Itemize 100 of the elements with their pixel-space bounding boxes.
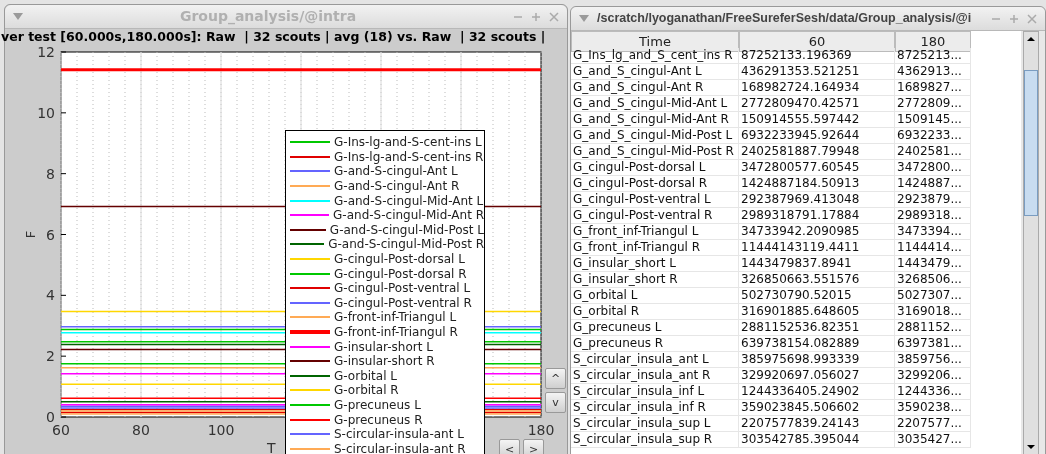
table-cell: G_and_S_cingul-Mid-Ant L [571, 96, 739, 112]
legend-label: G-insular-short L [334, 340, 433, 353]
plot-title: ver test [60.000s,180.000s]: Raw | 32 scouts | avg (18) vs. Raw | 32 scouts | [1, 29, 547, 45]
table-cell: 6932233... [895, 128, 971, 144]
y-tick-label: 10 [37, 104, 55, 121]
table-cell: G_and_S_cingul-Mid-Ant R [571, 112, 739, 128]
legend-label: G-cingul-Post-ventral R [334, 296, 472, 309]
y-tick-label: 0 [46, 409, 55, 425]
table-cell: G_cingul-Post-dorsal R [571, 176, 739, 192]
table-cell: 3169018... [895, 304, 971, 320]
window-title: /scratch/lyoganathan/FreeSureferSesh/data/Group_analysis/@i [597, 10, 973, 28]
legend-label: G-cingul-Post-ventral L [334, 282, 471, 295]
table-cell: G_Ins_lg_and_S_cent_ins R [571, 48, 739, 64]
x-axis-label: T [267, 440, 276, 454]
legend-label: G-and-S-cingul-Mid-Post L [329, 223, 484, 236]
table-cell: 2207577... [895, 416, 971, 432]
table-cell: G_and_S_cingul-Ant L [571, 64, 739, 80]
table-cell: S_circular_insula_ant L [571, 352, 739, 368]
table-cell: 2923879... [895, 192, 971, 208]
table-cell: 1689827... [895, 80, 971, 96]
legend-label: G-Ins-lg-and-S-cent-ins L [334, 136, 482, 149]
table-cell: 1509145... [895, 112, 971, 128]
legend-label: G-and-S-cingul-Mid-Ant L [334, 194, 484, 207]
table-cell: 3590238... [895, 400, 971, 416]
table-cell: S_circular_insula_sup R [571, 432, 739, 448]
legend-label: G-Ins-lg-and-S-cent-ins R [334, 150, 484, 163]
table-cell: 1443479837.8941 [739, 256, 895, 272]
y-tick-label: 12 [37, 45, 55, 60]
table-cell: 1244336... [895, 384, 971, 400]
table-cell: 2881152536.82351 [739, 320, 895, 336]
table-cell: G_cingul-Post-dorsal L [571, 160, 739, 176]
legend-label: G-and-S-cingul-Mid-Post R [328, 238, 484, 251]
legend-label: G-orbital R [334, 384, 399, 397]
table-cell: 34733942.2090985 [739, 224, 895, 240]
table-cell: G_front_inf-Triangul L [571, 224, 739, 240]
table-cell: 2989318... [895, 208, 971, 224]
table-cell: 3268506... [895, 272, 971, 288]
table-cell: G_precuneus R [571, 336, 739, 352]
table-cell: S_circular_insula_inf R [571, 400, 739, 416]
table-cell: 1244336405.24902 [739, 384, 895, 400]
table-cell: 326850663.551576 [739, 272, 895, 288]
y-tick-label: 2 [46, 348, 55, 365]
table-cell: G_and_S_cingul-Mid-Post R [571, 144, 739, 160]
table-cell: 1144414... [895, 240, 971, 256]
legend-label: S-circular-insula-ant R [334, 442, 466, 454]
table-cell: 2402581... [895, 144, 971, 160]
table-cell: G_orbital R [571, 304, 739, 320]
y-tick-label: 6 [46, 226, 55, 243]
table-cell: S_circular_insula_sup L [571, 416, 739, 432]
legend-label: G-front-inf-Triangul R [334, 326, 458, 338]
legend-label: G-insular-short R [334, 355, 435, 368]
legend-label: G-cingul-Post-dorsal L [334, 253, 465, 266]
table-cell: 3473394... [895, 224, 971, 240]
table-cell: 502730790.52015 [739, 288, 895, 304]
table-cell: 436291353.521251 [739, 64, 895, 80]
table-cell: 3472800... [895, 160, 971, 176]
table-cell: 4362913... [895, 64, 971, 80]
table-cell: G_front_inf-Triangul R [571, 240, 739, 256]
table-cell: 2881152... [895, 320, 971, 336]
table-cell: 385975698.993339 [739, 352, 895, 368]
table-cell: G_cingul-Post-ventral L [571, 192, 739, 208]
table-cell: 2772809470.42571 [739, 96, 895, 112]
table-cell: 1424887... [895, 176, 971, 192]
table-cell: 5027307... [895, 288, 971, 304]
y-axis-label: F [23, 230, 38, 239]
table-cell: 87252133.196369 [739, 48, 895, 64]
legend-label: G-and-S-cingul-Ant L [334, 165, 458, 178]
table-cell: 3472800577.60545 [739, 160, 895, 176]
table-cell: 359023845.506602 [739, 400, 895, 416]
table-cell: 303542785.395044 [739, 432, 895, 448]
table-cell: 168982724.164934 [739, 80, 895, 96]
table-cell: 1443479... [895, 256, 971, 272]
legend-label: S-circular-insula-ant L [334, 428, 464, 441]
table-cell: 2772809... [895, 96, 971, 112]
table-cell: 3035427... [895, 432, 971, 448]
table-cell: 3299206... [895, 368, 971, 384]
window-title: Group_analysis/@intra [178, 7, 358, 27]
table-cell: 6397381... [895, 336, 971, 352]
legend-label: G-cingul-Post-dorsal R [334, 267, 467, 280]
table-cell: 316901885.648605 [739, 304, 895, 320]
y-tick-label: 4 [46, 287, 55, 304]
table-cell: 292387969.413048 [739, 192, 895, 208]
x-tick-label: 80 [132, 422, 150, 438]
y-tick-label: 8 [46, 165, 55, 182]
table-cell: G_and_S_cingul-Mid-Post L [571, 128, 739, 144]
table-cell: 329920697.056027 [739, 368, 895, 384]
table-cell: 150914555.597442 [739, 112, 895, 128]
table-cell: 2989318791.17884 [739, 208, 895, 224]
table-cell: G_and_S_cingul-Ant R [571, 80, 739, 96]
legend-label: G-and-S-cingul-Mid-Ant R [333, 209, 484, 222]
legend-label: G-and-S-cingul-Ant R [334, 180, 460, 193]
table-cell: 1424887184.50913 [739, 176, 895, 192]
legend-label: G-front-inf-Triangul L [334, 311, 457, 324]
table-cell: 2402581887.79948 [739, 144, 895, 160]
table-cell: G_insular_short L [571, 256, 739, 272]
table-cell: G_insular_short R [571, 272, 739, 288]
x-tick-label: 180 [527, 422, 555, 438]
table-cell: G_precuneus L [571, 320, 739, 336]
table-cell: G_orbital L [571, 288, 739, 304]
legend-label: G-orbital L [334, 369, 397, 382]
